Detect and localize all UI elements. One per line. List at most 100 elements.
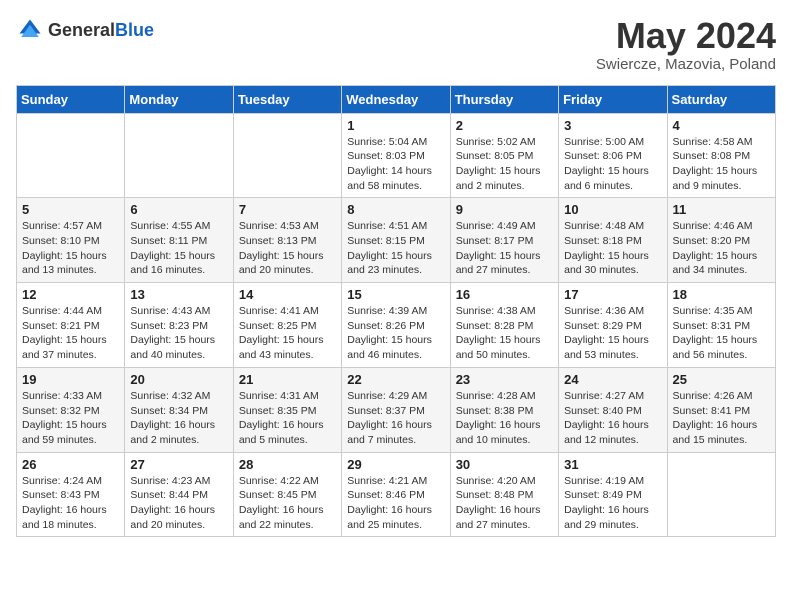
day-info: Sunrise: 4:58 AMSunset: 8:08 PMDaylight:… (673, 135, 770, 194)
day-number: 26 (22, 457, 119, 472)
day-number: 2 (456, 118, 553, 133)
day-info: Sunrise: 4:32 AMSunset: 8:34 PMDaylight:… (130, 389, 227, 448)
day-number: 17 (564, 287, 661, 302)
day-number: 12 (22, 287, 119, 302)
calendar-cell: 10 Sunrise: 4:48 AMSunset: 8:18 PMDayligh… (559, 198, 667, 283)
weekday-header-saturday: Saturday (667, 85, 775, 113)
calendar-week-row: 12 Sunrise: 4:44 AMSunset: 8:21 PMDayligh… (17, 283, 776, 368)
day-info: Sunrise: 4:20 AMSunset: 8:48 PMDaylight:… (456, 474, 553, 533)
calendar-cell: 24Sunrise: 4:27 AMSunset: 8:40 PMDayligh… (559, 367, 667, 452)
day-info: Sunrise: 4:51 AMSunset: 8:15 PMDaylight:… (347, 219, 444, 278)
day-number: 19 (22, 372, 119, 387)
day-number: 30 (456, 457, 553, 472)
day-number: 18 (673, 287, 770, 302)
calendar-cell (667, 452, 775, 537)
day-number: 29 (347, 457, 444, 472)
day-info: Sunrise: 4:39 AMSunset: 8:26 PMDaylight:… (347, 304, 444, 363)
day-info: Sunrise: 4:46 AMSunset: 8:20 PMDaylight:… (673, 219, 770, 278)
day-number: 5 (22, 202, 119, 217)
month-title: May 2024 (596, 16, 776, 56)
day-number: 10 (564, 202, 661, 217)
calendar-cell: 22Sunrise: 4:29 AMSunset: 8:37 PMDayligh… (342, 367, 450, 452)
calendar-cell: 1 Sunrise: 5:04 AMSunset: 8:03 PMDaylight… (342, 113, 450, 198)
calendar-cell: 9Sunrise: 4:49 AMSunset: 8:17 PMDaylight… (450, 198, 558, 283)
calendar-cell: 5Sunrise: 4:57 AMSunset: 8:10 PMDaylight… (17, 198, 125, 283)
day-info: Sunrise: 4:26 AMSunset: 8:41 PMDaylight:… (673, 389, 770, 448)
calendar-cell: 18Sunrise: 4:35 AMSunset: 8:31 PMDayligh… (667, 283, 775, 368)
day-number: 21 (239, 372, 336, 387)
calendar-cell: 26 Sunrise: 4:24 AMSunset: 8:43 PMDayligh… (17, 452, 125, 537)
weekday-header-wednesday: Wednesday (342, 85, 450, 113)
calendar-cell: 12 Sunrise: 4:44 AMSunset: 8:21 PMDayligh… (17, 283, 125, 368)
calendar-cell (17, 113, 125, 198)
day-info: Sunrise: 5:02 AMSunset: 8:05 PMDaylight:… (456, 135, 553, 194)
day-number: 3 (564, 118, 661, 133)
day-number: 14 (239, 287, 336, 302)
day-info: Sunrise: 4:41 AMSunset: 8:25 PMDaylight:… (239, 304, 336, 363)
day-number: 28 (239, 457, 336, 472)
calendar-cell: 13Sunrise: 4:43 AMSunset: 8:23 PMDayligh… (125, 283, 233, 368)
day-info: Sunrise: 4:23 AMSunset: 8:44 PMDaylight:… (130, 474, 227, 533)
day-info: Sunrise: 4:28 AMSunset: 8:38 PMDaylight:… (456, 389, 553, 448)
calendar-cell: 17 Sunrise: 4:36 AMSunset: 8:29 PMDayligh… (559, 283, 667, 368)
calendar-cell: 16 Sunrise: 4:38 AMSunset: 8:28 PMDayligh… (450, 283, 558, 368)
calendar-week-row: 1 Sunrise: 5:04 AMSunset: 8:03 PMDaylight… (17, 113, 776, 198)
page-header: GeneralBlue May 2024 Swiercze, Mazovia, … (16, 16, 776, 73)
weekday-header-thursday: Thursday (450, 85, 558, 113)
logo-general-text: General (48, 20, 115, 40)
day-info: Sunrise: 4:22 AMSunset: 8:45 PMDaylight:… (239, 474, 336, 533)
day-number: 8 (347, 202, 444, 217)
weekday-header-tuesday: Tuesday (233, 85, 341, 113)
calendar-cell: 25 Sunrise: 4:26 AMSunset: 8:41 PMDayligh… (667, 367, 775, 452)
weekday-header-friday: Friday (559, 85, 667, 113)
day-info: Sunrise: 4:38 AMSunset: 8:28 PMDaylight:… (456, 304, 553, 363)
calendar-cell: 15Sunrise: 4:39 AMSunset: 8:26 PMDayligh… (342, 283, 450, 368)
calendar-cell: 19 Sunrise: 4:33 AMSunset: 8:32 PMDayligh… (17, 367, 125, 452)
day-info: Sunrise: 4:44 AMSunset: 8:21 PMDaylight:… (22, 304, 119, 363)
calendar-header-row: SundayMondayTuesdayWednesdayThursdayFrid… (17, 85, 776, 113)
calendar-cell: 6 Sunrise: 4:55 AMSunset: 8:11 PMDaylight… (125, 198, 233, 283)
day-info: Sunrise: 4:43 AMSunset: 8:23 PMDaylight:… (130, 304, 227, 363)
day-number: 31 (564, 457, 661, 472)
calendar-cell: 23Sunrise: 4:28 AMSunset: 8:38 PMDayligh… (450, 367, 558, 452)
day-number: 9 (456, 202, 553, 217)
day-info: Sunrise: 4:19 AMSunset: 8:49 PMDaylight:… (564, 474, 661, 533)
day-info: Sunrise: 4:24 AMSunset: 8:43 PMDaylight:… (22, 474, 119, 533)
weekday-header-sunday: Sunday (17, 85, 125, 113)
day-number: 1 (347, 118, 444, 133)
day-number: 27 (130, 457, 227, 472)
calendar-week-row: 19 Sunrise: 4:33 AMSunset: 8:32 PMDayligh… (17, 367, 776, 452)
day-info: Sunrise: 4:31 AMSunset: 8:35 PMDaylight:… (239, 389, 336, 448)
day-number: 16 (456, 287, 553, 302)
logo-blue-text: Blue (115, 20, 154, 40)
calendar-cell (125, 113, 233, 198)
day-number: 20 (130, 372, 227, 387)
day-number: 4 (673, 118, 770, 133)
calendar-cell: 21 Sunrise: 4:31 AMSunset: 8:35 PMDayligh… (233, 367, 341, 452)
day-info: Sunrise: 4:53 AMSunset: 8:13 PMDaylight:… (239, 219, 336, 278)
day-number: 6 (130, 202, 227, 217)
logo-icon (16, 16, 44, 44)
day-info: Sunrise: 4:55 AMSunset: 8:11 PMDaylight:… (130, 219, 227, 278)
day-number: 25 (673, 372, 770, 387)
calendar-cell: 7 Sunrise: 4:53 AMSunset: 8:13 PMDaylight… (233, 198, 341, 283)
day-info: Sunrise: 4:33 AMSunset: 8:32 PMDaylight:… (22, 389, 119, 448)
calendar-table: SundayMondayTuesdayWednesdayThursdayFrid… (16, 85, 776, 538)
day-info: Sunrise: 5:04 AMSunset: 8:03 PMDaylight:… (347, 135, 444, 194)
day-number: 7 (239, 202, 336, 217)
weekday-header-monday: Monday (125, 85, 233, 113)
day-number: 24 (564, 372, 661, 387)
calendar-week-row: 26 Sunrise: 4:24 AMSunset: 8:43 PMDayligh… (17, 452, 776, 537)
calendar-cell: 31 Sunrise: 4:19 AMSunset: 8:49 PMDayligh… (559, 452, 667, 537)
day-info: Sunrise: 4:36 AMSunset: 8:29 PMDaylight:… (564, 304, 661, 363)
calendar-cell: 28 Sunrise: 4:22 AMSunset: 8:45 PMDayligh… (233, 452, 341, 537)
day-info: Sunrise: 4:21 AMSunset: 8:46 PMDaylight:… (347, 474, 444, 533)
calendar-cell (233, 113, 341, 198)
day-info: Sunrise: 4:29 AMSunset: 8:37 PMDaylight:… (347, 389, 444, 448)
calendar-cell: 30 Sunrise: 4:20 AMSunset: 8:48 PMDayligh… (450, 452, 558, 537)
calendar-cell: 20 Sunrise: 4:32 AMSunset: 8:34 PMDayligh… (125, 367, 233, 452)
calendar-cell: 14 Sunrise: 4:41 AMSunset: 8:25 PMDayligh… (233, 283, 341, 368)
day-info: Sunrise: 4:48 AMSunset: 8:18 PMDaylight:… (564, 219, 661, 278)
day-number: 11 (673, 202, 770, 217)
location-title: Swiercze, Mazovia, Poland (596, 56, 776, 73)
